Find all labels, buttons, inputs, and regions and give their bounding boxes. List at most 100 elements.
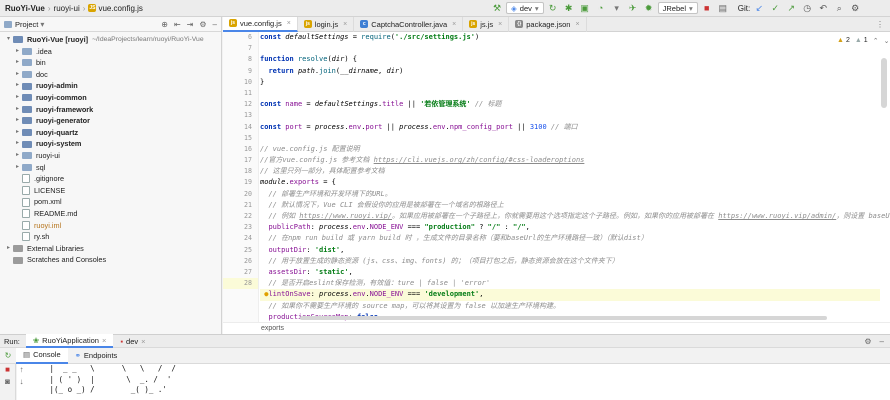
run-coverage-icon[interactable]: ▣ [578,1,592,15]
build-hammer-icon[interactable]: ⚒ [490,1,504,15]
close-icon[interactable]: × [287,20,291,27]
close-icon[interactable]: × [452,21,456,28]
profile-icon[interactable]: ◔ [594,1,608,15]
stop-icon[interactable]: ■ [0,364,15,376]
chevron-icon[interactable]: ▸ [13,162,22,174]
scroll-up-icon[interactable]: ↑ [17,364,26,376]
tab-list-more-icon[interactable]: ⋮ [876,20,884,29]
code-editor[interactable]: 6 7 8 9 10 11 12 13 14 15 16 17 18 19 20 21 22 23 24 25 26 27… [223,32,890,322]
git-commit-icon[interactable]: ✓ [768,1,782,15]
tree-item[interactable]: ruoyi.iml [0,220,221,232]
breadcrumb-module[interactable]: ruoyi-ui [54,4,80,13]
tree-item-label: .idea [36,46,52,56]
subtab-endpoints[interactable]: ⚭ Endpoints [68,348,125,364]
tree-item[interactable]: ▸ ruoyi-admin [0,80,221,92]
tree-item[interactable]: ▸ ruoyi-generator [0,115,221,127]
close-icon[interactable]: × [102,336,106,345]
gear-icon[interactable]: ⚙ [199,20,206,29]
breadcrumb-file[interactable]: vue.config.js [98,4,142,13]
hide-minus-icon[interactable]: – [880,337,884,346]
tree-item[interactable]: Scratches and Consoles [0,254,221,266]
close-icon[interactable]: × [498,21,502,28]
subtab-console[interactable]: ▤ Console [16,347,68,364]
debug-bug-icon[interactable]: ✱ [562,1,576,15]
run-tab-label: dev [126,336,139,346]
project-panel-title[interactable]: Project [15,20,38,29]
chevron-icon[interactable]: ▸ [13,115,22,127]
tree-item[interactable]: ry.sh [0,231,221,243]
tree-item[interactable]: ▸ ruoyi-system [0,138,221,150]
run-tab-ruoyiapplication[interactable]: ❀ RuoYiApplication × [25,334,114,348]
tree-item[interactable]: ▸ ruoyi-quartz [0,127,221,139]
run-tab-dev[interactable]: ▪ dev × [113,334,152,348]
git-update-icon[interactable]: ↙ [752,1,766,15]
chevron-icon[interactable]: ▸ [13,138,22,150]
more-run-icon[interactable]: ▾ [610,1,624,15]
tree-item[interactable]: README.md [0,208,221,220]
console-output[interactable]: | _ _ \ \ \ / / | ( ' ) | \ _. / ' |(_ o… [17,364,890,400]
vertical-scrollbar[interactable] [881,58,887,108]
git-rollback-icon[interactable]: ↶ [816,1,830,15]
editor-tab[interactable]: c CaptchaController.java × [354,16,464,32]
chevron-down-icon[interactable]: ▾ [40,20,44,29]
collapse-all-icon[interactable]: ⇤ [174,20,181,29]
code-breadcrumb[interactable]: exports [223,322,890,334]
tree-item[interactable]: pom.xml [0,196,221,208]
editor-tab[interactable]: {} package.json × [509,16,587,32]
camera-icon[interactable]: ◙ [0,376,15,388]
tree-item[interactable]: ▸ sql [0,162,221,174]
chevron-icon[interactable]: ▸ [13,150,22,162]
project-panel: Project ▾ ⊕ ⇤ ⇥ ⚙ – ▾ RuoYi-Vue [ruoyi] ~/… [0,17,222,334]
line-number: 28 [223,278,258,290]
tree-item[interactable]: ▸ ruoyi-common [0,92,221,104]
chevron-icon[interactable]: ▸ [13,46,22,58]
horizontal-scrollbar[interactable] [300,316,827,320]
rerun-icon[interactable]: ↻ [0,351,16,360]
editor-tab[interactable]: js login.js × [298,16,355,32]
expand-all-icon[interactable]: ⇥ [187,20,194,29]
chevron-icon[interactable]: ▸ [13,92,22,104]
tree-item-label: LICENSE [34,185,66,195]
chevron-icon[interactable]: ▸ [13,80,22,92]
tree-item[interactable]: ▾ RuoYi-Vue [ruoyi] ~/IdeaProjects/learn/r… [0,34,221,46]
editor-tab-label: js.js [480,19,494,29]
chevron-icon[interactable]: ▸ [13,57,22,69]
jrebel-debug-icon[interactable]: ✹ [642,1,656,15]
jrebel-combo[interactable]: JRebel ▾ [657,2,698,14]
line-number-gutter: 6 7 8 9 10 11 12 13 14 15 16 17 18 19 20 21 22 23 24 25 26 27… [223,32,259,322]
branch-combo[interactable]: ◈ dev ▾ [506,2,544,14]
breadcrumb-project[interactable]: RuoYi-Vue [5,4,45,13]
chevron-icon[interactable]: ▸ [13,104,22,116]
scroll-down-icon[interactable]: ↓ [17,376,26,388]
tree-item[interactable]: ▸ .idea [0,46,221,58]
hide-minus-icon[interactable]: – [213,20,217,29]
rerun-icon[interactable]: ↻ [546,1,560,15]
search-icon[interactable]: ⌕ [832,1,846,15]
tree-item[interactable]: ▸ doc [0,69,221,81]
tree-item[interactable]: ▸ ruoyi-framework [0,104,221,116]
tree-item[interactable]: ▸ bin [0,57,221,69]
editor-tab[interactable]: js js.js × [463,16,510,32]
close-icon[interactable]: × [141,337,145,346]
locate-target-icon[interactable]: ⊕ [161,20,168,29]
run-side-toolbar: ■ ◙ [0,364,16,400]
tree-item[interactable]: ▸ External Libraries [0,243,221,255]
chevron-icon[interactable]: ▸ [13,127,22,139]
tree-item[interactable]: ▸ ruoyi-ui [0,150,221,162]
chevron-icon[interactable]: ▸ [13,69,22,81]
tree-item[interactable]: LICENSE [0,185,221,197]
git-history-icon[interactable]: ◷ [800,1,814,15]
editor-tab[interactable]: js vue.config.js × [223,16,298,32]
stop-icon[interactable]: ■ [700,1,714,15]
jrebel-run-icon[interactable]: ✈ [626,1,640,15]
git-push-icon[interactable]: ↗ [784,1,798,15]
code-line: // vue.config.js 配置说明 [260,144,360,153]
update-icon[interactable]: ▤ [716,1,730,15]
settings-gear-icon[interactable]: ⚙ [848,1,862,15]
chevron-icon[interactable]: ▾ [4,34,13,46]
chevron-icon[interactable]: ▸ [4,243,13,255]
close-icon[interactable]: × [575,21,579,28]
tree-item[interactable]: .gitignore [0,173,221,185]
close-icon[interactable]: × [343,21,347,28]
gear-icon[interactable]: ⚙ [864,337,871,346]
